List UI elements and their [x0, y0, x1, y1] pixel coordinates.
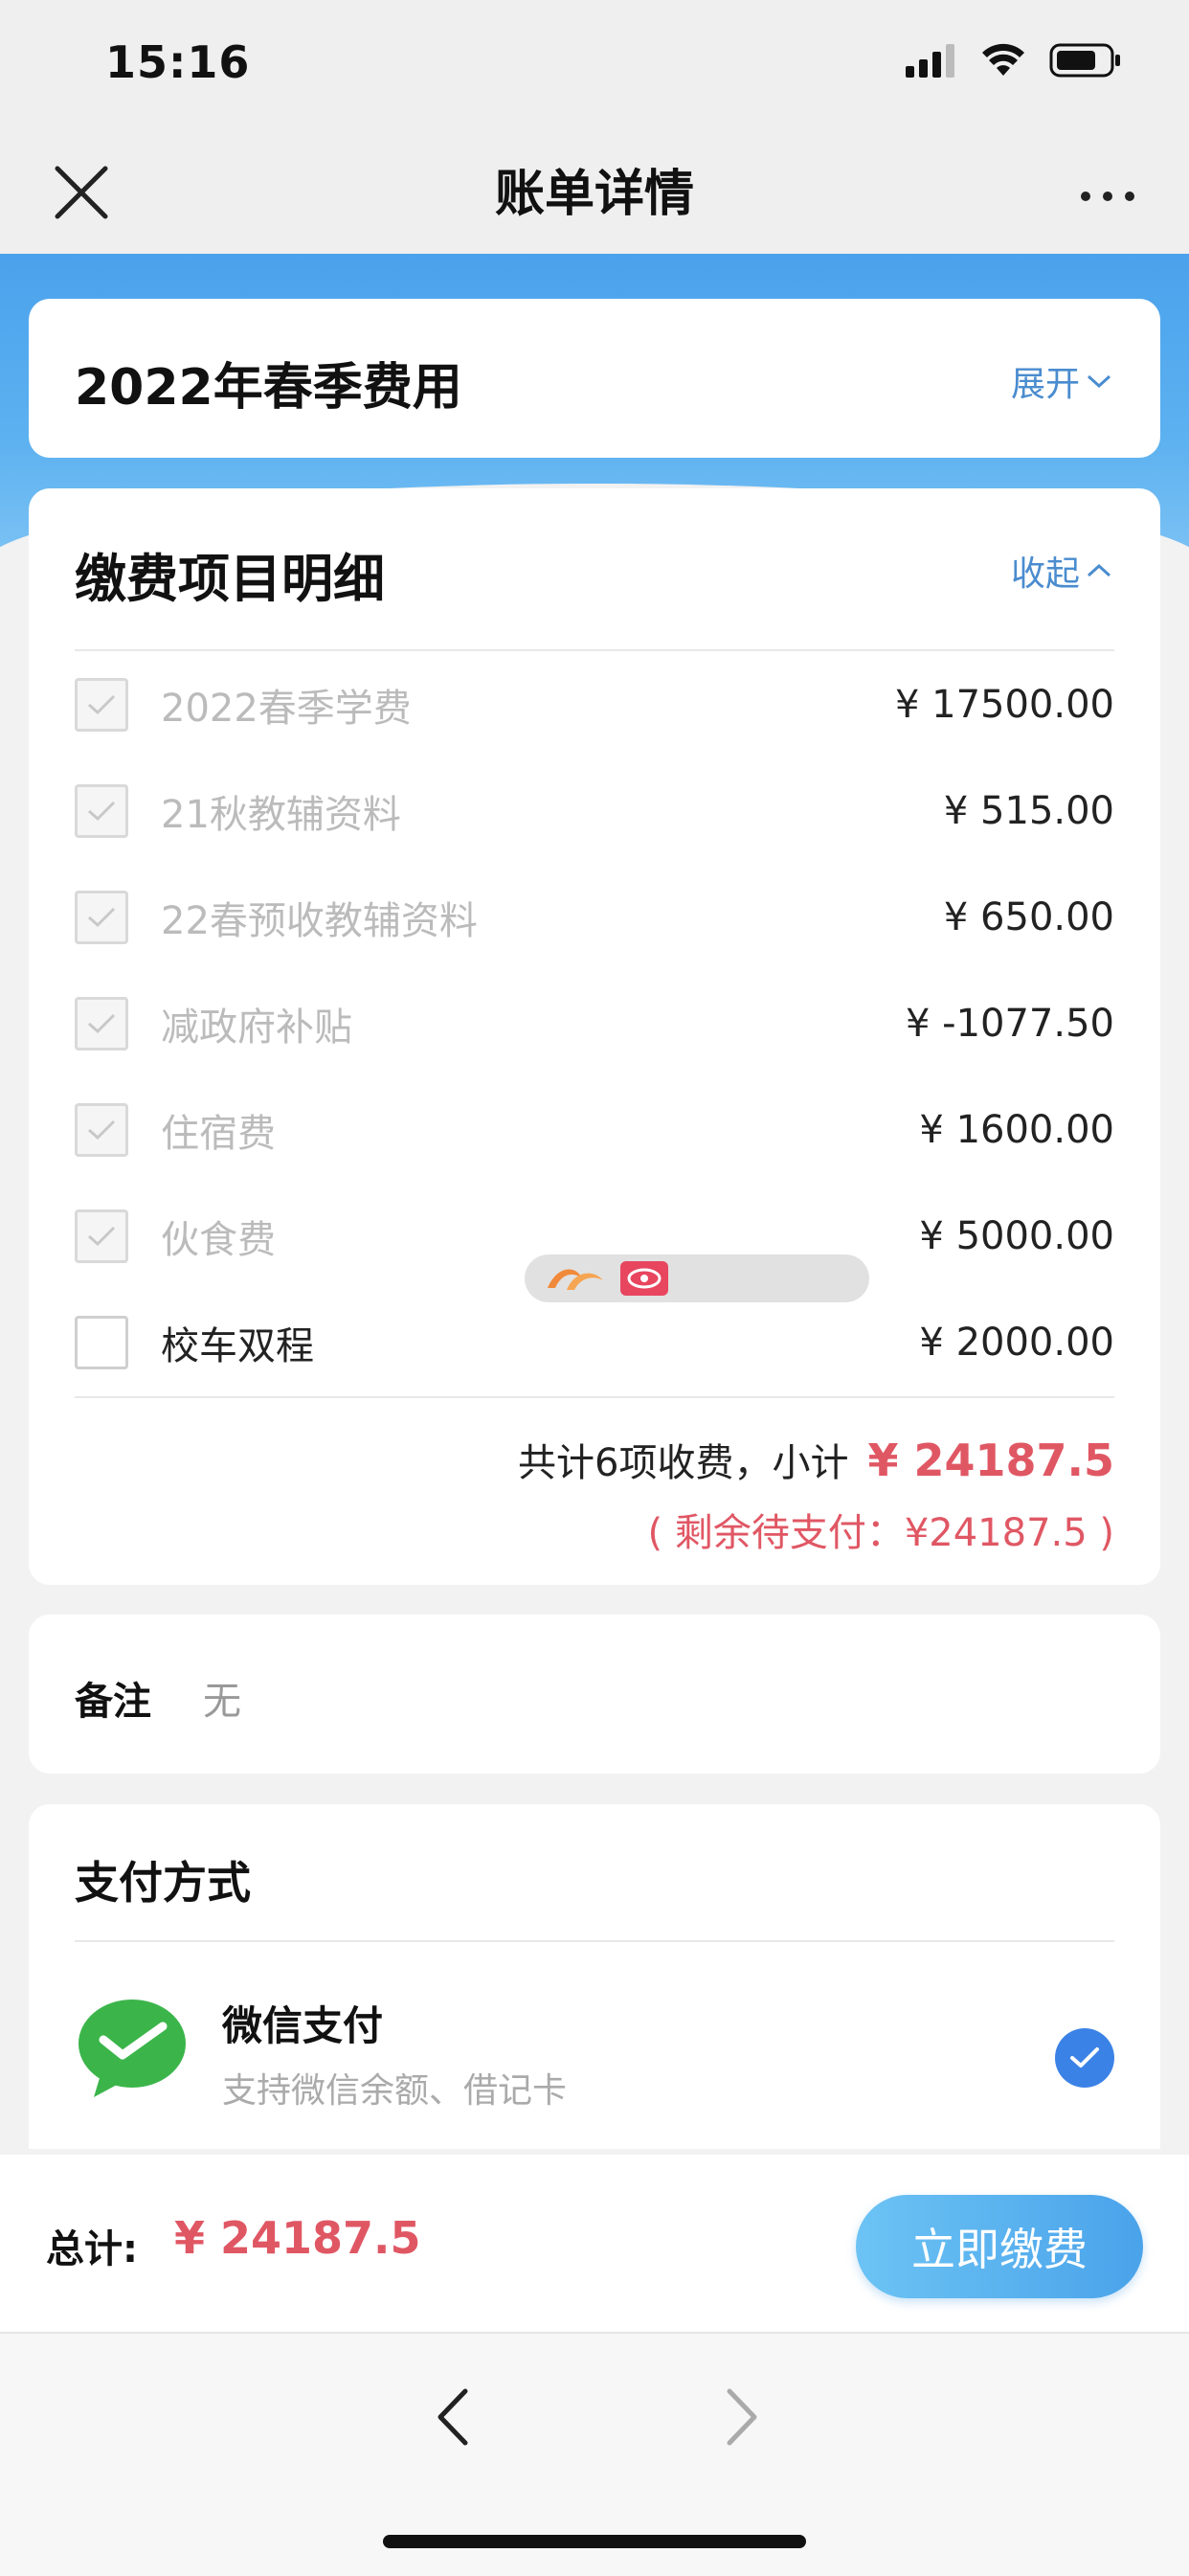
wechat-pay-icon [79, 2000, 186, 2097]
expand-label: 展开 [1010, 365, 1080, 404]
payment-method-card: 支付方式 微信支付 支持微信余额、借记卡 [29, 1804, 1160, 2149]
wifi-icon [982, 43, 1024, 76]
battery-icon [1049, 43, 1120, 78]
fee-item[interactable]: 校车双程 ¥ 2000.00 [75, 1304, 1114, 1381]
checkbox-checked[interactable] [75, 891, 128, 944]
expand-toggle[interactable]: 展开 [1011, 356, 1112, 406]
fee-item-name: 校车双程 [161, 1324, 314, 1368]
divider [75, 1940, 1114, 1942]
check-icon [88, 907, 116, 928]
fee-details-card: 缴费项目明细 收起 2022春季学费 ¥ 17500.00 21秋教辅资料 ¥ … [29, 488, 1160, 1585]
checkbox-unchecked[interactable] [75, 1316, 128, 1369]
season-card: 2022年春季费用 展开 [29, 299, 1160, 458]
fee-item-name: 22春预收教辅资料 [161, 899, 478, 943]
watermark-eye-icon [620, 1261, 668, 1296]
fee-item-name: 2022春季学费 [161, 687, 412, 731]
fee-item[interactable]: 减政府补贴 ¥ -1077.50 [75, 985, 1114, 1062]
payment-method-desc: 支持微信余额、借记卡 [222, 2071, 568, 2111]
fee-item[interactable]: 住宿费 ¥ 1600.00 [75, 1092, 1114, 1168]
fee-item-name: 21秋教辅资料 [161, 793, 401, 837]
checkbox-checked[interactable] [75, 1103, 128, 1157]
total-amount: ¥ 24187.5 [174, 2212, 421, 2264]
collapse-label: 收起 [1010, 554, 1080, 594]
nav-bar: 账单详情 [0, 134, 1189, 254]
subtotal-row: 共计6项收费，小计 ¥ 24187.5 [518, 1432, 1114, 1487]
chevron-down-icon [1087, 374, 1111, 389]
fee-item-name: 住宿费 [161, 1112, 276, 1156]
fee-item-amount: ¥ 5000.00 [919, 1214, 1114, 1258]
pay-now-button[interactable]: 立即缴费 [856, 2195, 1143, 2298]
remaining-amount: ( 剩余待支付：¥24187.5 ) [647, 1511, 1115, 1555]
check-icon [88, 1119, 116, 1141]
check-icon [88, 1013, 116, 1034]
subtotal-amount: ¥ 24187.5 [867, 1435, 1114, 1486]
remark-label: 备注 [75, 1680, 151, 1724]
bottom-pay-bar: 总计: ¥ 24187.5 立即缴费 [0, 2155, 1189, 2332]
checkbox-checked[interactable] [75, 997, 128, 1051]
status-time: 15:16 [105, 36, 251, 88]
divider [75, 1396, 1114, 1398]
payment-method-name: 微信支付 [222, 2002, 384, 2049]
status-icons [904, 42, 1122, 79]
browser-toolbar [0, 2332, 1189, 2576]
fee-item-amount: ¥ 1600.00 [919, 1108, 1114, 1152]
subtotal-label: 共计6项收费，小计 [518, 1441, 849, 1485]
check-icon [88, 801, 116, 822]
check-icon [1070, 2047, 1099, 2068]
fee-item-amount: ¥ 515.00 [943, 789, 1114, 833]
check-icon [88, 694, 116, 715]
page-title: 账单详情 [494, 166, 694, 223]
fee-item-name: 减政府补贴 [161, 1006, 352, 1050]
payment-method-title: 支付方式 [75, 1857, 251, 1909]
home-indicator [383, 2535, 806, 2548]
checkbox-checked[interactable] [75, 678, 128, 732]
fee-item-amount: ¥ 2000.00 [919, 1321, 1114, 1365]
fee-details-title: 缴费项目明细 [75, 549, 385, 609]
chevron-up-icon [1087, 563, 1111, 577]
remark-value: 无 [203, 1680, 241, 1724]
collapse-toggle[interactable]: 收起 [1011, 546, 1112, 596]
payment-selected-radio[interactable] [1055, 2028, 1114, 2088]
fee-item[interactable]: 21秋教辅资料 ¥ 515.00 [75, 773, 1114, 849]
watermark-logo-icon [548, 1269, 603, 1290]
total-label: 总计: [46, 2227, 138, 2271]
fee-item-amount: ¥ 17500.00 [894, 683, 1114, 727]
fee-item-amount: ¥ 650.00 [943, 895, 1114, 939]
fee-item-amount: ¥ -1077.50 [905, 1002, 1114, 1046]
back-arrow-icon[interactable] [429, 2384, 477, 2451]
more-icon[interactable] [1076, 165, 1139, 228]
watermark [525, 1254, 869, 1302]
check-icon [88, 1226, 116, 1247]
checkbox-checked[interactable] [75, 1209, 128, 1263]
status-bar: 15:16 [0, 0, 1189, 134]
fee-item[interactable]: 22春预收教辅资料 ¥ 650.00 [75, 879, 1114, 956]
checkbox-checked[interactable] [75, 784, 128, 838]
season-title: 2022年春季费用 [75, 359, 462, 417]
forward-arrow-icon[interactable] [718, 2384, 766, 2451]
remark-card: 备注 无 [29, 1615, 1160, 1774]
fee-item[interactable]: 2022春季学费 ¥ 17500.00 [75, 667, 1114, 743]
signal-icon [906, 44, 954, 78]
divider [75, 649, 1114, 651]
